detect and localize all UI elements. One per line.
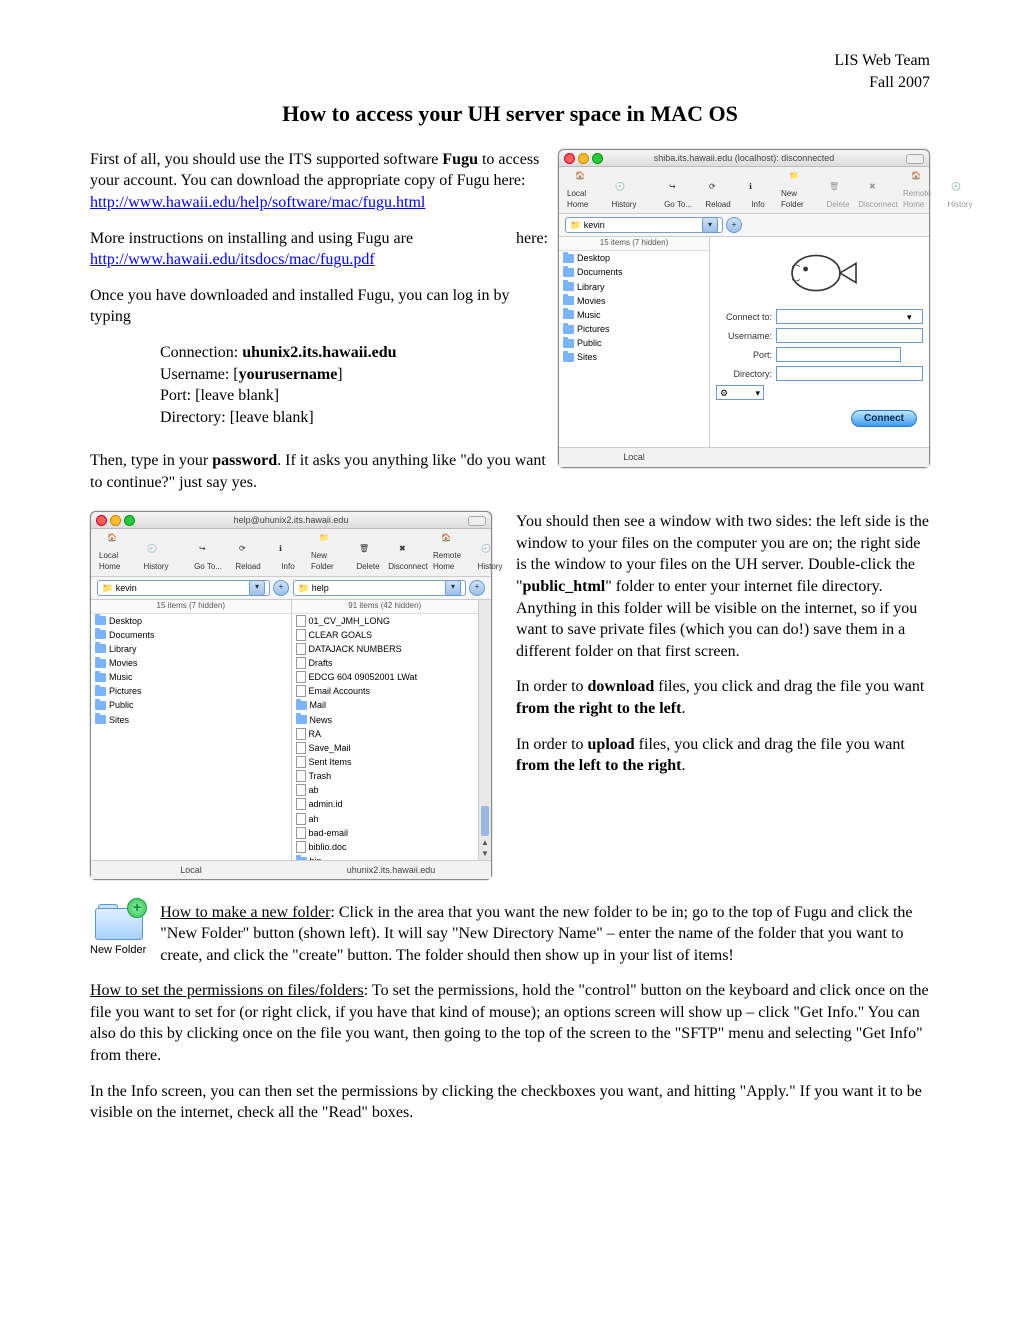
remote-home-button: 🏠Remote Home: [901, 170, 939, 212]
header-line1: LIS Web Team: [834, 52, 930, 69]
remote-file-list[interactable]: 01_CV_JMH_LONGCLEAR GOALSDATAJACK NUMBER…: [292, 614, 479, 860]
list-item[interactable]: 01_CV_JMH_LONG: [292, 614, 479, 628]
add-path-button[interactable]: +: [469, 580, 485, 596]
list-item[interactable]: Mail: [292, 698, 479, 712]
list-item[interactable]: Public: [91, 698, 291, 712]
fugu-logo-icon: [780, 249, 860, 297]
reload-button[interactable]: ⟳Reload: [699, 181, 737, 212]
list-item[interactable]: admin.id: [292, 797, 479, 811]
fugu-screenshot-disconnected: shiba.its.hawaii.edu (localhost): discon…: [558, 149, 930, 468]
local-path-select[interactable]: 📁 kevin▾: [97, 580, 270, 596]
permissions-paragraph-2: In the Info screen, you can then set the…: [90, 1081, 930, 1124]
toolbar-toggle-icon[interactable]: [468, 516, 486, 526]
list-item[interactable]: Trash: [292, 769, 479, 783]
local-count: 15 items (7 hidden): [559, 237, 709, 251]
window-title: help@uhunix2.its.hawaii.edu: [234, 515, 349, 525]
local-home-button[interactable]: 🏠Local Home: [565, 170, 603, 212]
list-item[interactable]: News: [292, 713, 479, 727]
directory-input[interactable]: [776, 366, 923, 381]
reload-button[interactable]: ⟳Reload: [229, 543, 267, 574]
list-item[interactable]: Library: [91, 642, 291, 656]
disconnect-button: ✖Disconnect: [859, 181, 897, 212]
local-home-button[interactable]: 🏠Local Home: [97, 532, 135, 574]
list-item[interactable]: Pictures: [91, 684, 291, 698]
list-item[interactable]: Desktop: [559, 251, 709, 265]
options-select[interactable]: ⚙▾: [716, 385, 764, 400]
list-item[interactable]: Pictures: [559, 322, 709, 336]
local-path-select[interactable]: 📁 kevin ▾: [565, 217, 723, 233]
history-button[interactable]: 🕘History: [605, 181, 643, 212]
zoom-icon[interactable]: [592, 153, 603, 164]
header-line2: Fall 2007: [869, 74, 930, 91]
zoom-icon[interactable]: [124, 515, 135, 526]
add-path-button[interactable]: +: [726, 217, 742, 233]
toolbar-toggle-icon[interactable]: [906, 154, 924, 164]
minimize-icon[interactable]: [110, 515, 121, 526]
list-item[interactable]: Public: [559, 336, 709, 350]
list-item[interactable]: Movies: [91, 656, 291, 670]
right-column-text: You should then see a window with two si…: [516, 511, 930, 791]
permissions-paragraph: How to set the permissions on files/fold…: [90, 980, 930, 1066]
fugu-screenshot-connected: help@uhunix2.its.hawaii.edu 🏠Local Home …: [90, 511, 492, 880]
local-file-list[interactable]: DesktopDocumentsLibraryMoviesMusicPictur…: [559, 251, 709, 447]
connect-panel: Connect to:▾ Username: Port: Directory: …: [710, 237, 929, 447]
remote-path-select[interactable]: 📁 help▾: [293, 580, 466, 596]
list-item[interactable]: Save_Mail: [292, 741, 479, 755]
list-item[interactable]: Sites: [91, 713, 291, 727]
new-folder-button[interactable]: 📁New Folder: [309, 532, 347, 574]
remote-history-button[interactable]: 🕘History: [471, 543, 509, 574]
doc-header: LIS Web Team Fall 2007: [90, 50, 930, 93]
toolbar: 🏠Local Home 🕘History ↪Go To... ⟳Reload ℹ…: [559, 167, 929, 215]
info-button[interactable]: ℹInfo: [739, 181, 777, 212]
list-item[interactable]: Documents: [91, 628, 291, 642]
list-item[interactable]: RA: [292, 727, 479, 741]
page-title: How to access your UH server space in MA…: [90, 99, 930, 129]
window-titlebar: shiba.its.hawaii.edu (localhost): discon…: [559, 150, 929, 167]
connect-to-input[interactable]: ▾: [776, 309, 923, 324]
list-item[interactable]: ab: [292, 783, 479, 797]
list-item[interactable]: Desktop: [91, 614, 291, 628]
list-item[interactable]: ah: [292, 812, 479, 826]
list-item[interactable]: Music: [91, 670, 291, 684]
scrollbar[interactable]: ▲▼: [478, 600, 491, 860]
remote-home-button[interactable]: 🏠Remote Home: [431, 532, 469, 574]
list-item[interactable]: Email Accounts: [292, 684, 479, 698]
close-icon[interactable]: [564, 153, 575, 164]
minimize-icon[interactable]: [578, 153, 589, 164]
footer-local: Local: [559, 447, 709, 466]
list-item[interactable]: CLEAR GOALS: [292, 628, 479, 642]
list-item[interactable]: Movies: [559, 294, 709, 308]
delete-button: 🗑Delete: [819, 181, 857, 212]
local-file-list[interactable]: DesktopDocumentsLibraryMoviesMusicPictur…: [91, 614, 291, 860]
new-folder-illustration: + New Folder: [90, 904, 146, 958]
new-folder-paragraph: How to make a new folder: Click in the a…: [90, 902, 930, 967]
pdf-link[interactable]: http://www.hawaii.edu/itsdocs/mac/fugu.p…: [90, 251, 375, 268]
list-item[interactable]: Library: [559, 280, 709, 294]
history-button[interactable]: 🕘History: [137, 543, 175, 574]
window-title: shiba.its.hawaii.edu (localhost): discon…: [654, 153, 835, 163]
port-input[interactable]: [776, 347, 901, 362]
download-link[interactable]: http://www.hawaii.edu/help/software/mac/…: [90, 194, 425, 211]
username-input[interactable]: [776, 328, 923, 343]
goto-button[interactable]: ↪Go To...: [659, 181, 697, 212]
info-button[interactable]: ℹInfo: [269, 543, 307, 574]
list-item[interactable]: Sites: [559, 350, 709, 364]
close-icon[interactable]: [96, 515, 107, 526]
list-item[interactable]: Drafts: [292, 656, 479, 670]
new-folder-button[interactable]: 📁New Folder: [779, 170, 817, 212]
new-folder-icon: +: [95, 904, 141, 940]
delete-button[interactable]: 🗑Delete: [349, 543, 387, 574]
list-item[interactable]: EDCG 604 09052001 LWat: [292, 670, 479, 684]
list-item[interactable]: Sent Items: [292, 755, 479, 769]
disconnect-button[interactable]: ✖Disconnect: [389, 543, 427, 574]
list-item[interactable]: DATAJACK NUMBERS: [292, 642, 479, 656]
list-item[interactable]: bad-email: [292, 826, 479, 840]
list-item[interactable]: Music: [559, 308, 709, 322]
remote-history-button: 🕘History: [941, 181, 979, 212]
goto-button[interactable]: ↪Go To...: [189, 543, 227, 574]
add-path-button[interactable]: +: [273, 580, 289, 596]
list-item[interactable]: biblio.doc: [292, 840, 479, 854]
list-item[interactable]: Documents: [559, 265, 709, 279]
connect-button[interactable]: Connect: [851, 410, 917, 427]
